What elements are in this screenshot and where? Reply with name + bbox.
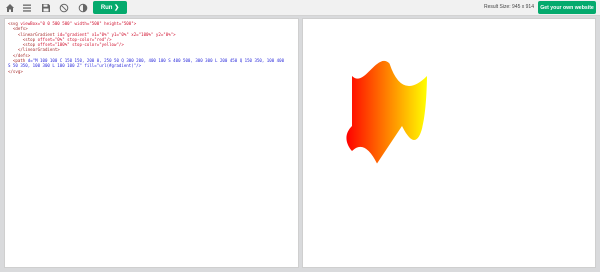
code-line-1-tag: <svg bbox=[8, 21, 18, 26]
code-line-5-attrs: offset="100%" stop-color="yellow"/> bbox=[35, 42, 124, 48]
code-line-9: S 50 350, 100 300 L 100 100 Z" fill="url… bbox=[8, 63, 142, 69]
code-line-6: </linearGradient> bbox=[8, 47, 60, 53]
get-website-button[interactable]: Get your own website bbox=[538, 1, 596, 14]
save-icon[interactable] bbox=[40, 2, 52, 14]
code-line-2: <defs> bbox=[8, 26, 28, 32]
menu-icon[interactable] bbox=[21, 2, 33, 14]
code-text[interactable]: <svg viewBox="0 0 500 500" width="500" h… bbox=[8, 21, 295, 74]
code-line-1-attrs: viewBox="0 0 500 500" width="500" height… bbox=[17, 21, 137, 26]
result-panel bbox=[302, 18, 596, 268]
home-icon[interactable] bbox=[4, 2, 16, 14]
code-editor[interactable]: <svg viewBox="0 0 500 500" width="500" h… bbox=[4, 18, 299, 268]
contrast-icon[interactable] bbox=[77, 2, 89, 14]
code-line-3-tag: <linearGradient bbox=[8, 31, 55, 37]
run-button[interactable]: Run ❯ bbox=[93, 1, 127, 14]
theme-icon[interactable] bbox=[58, 2, 70, 14]
code-line-8-attrs: d="M 100 100 C 150 150, 200 0, 250 50 Q … bbox=[25, 58, 285, 64]
code-line-3-attrs: id="gradient" x1="0%" y1="0%" x2="100%" … bbox=[54, 31, 176, 37]
code-line-5-tag: <stop bbox=[8, 42, 36, 48]
code-line-4-tag: <stop bbox=[8, 36, 36, 42]
code-line-4-attrs: offset="0%" stop-color="red"/> bbox=[35, 36, 112, 42]
toolbar: Run ❯ Result Size: 945 x 914 Get your ow… bbox=[0, 0, 600, 16]
code-line-10: </svg> bbox=[8, 68, 23, 74]
code-line-7: </defs> bbox=[8, 52, 31, 58]
rendered-svg bbox=[346, 60, 427, 164]
code-line-8-tag: <path bbox=[8, 58, 26, 64]
result-size-label: Result Size: 945 x 914 bbox=[483, 4, 534, 10]
gradient-path-shape bbox=[346, 60, 427, 164]
